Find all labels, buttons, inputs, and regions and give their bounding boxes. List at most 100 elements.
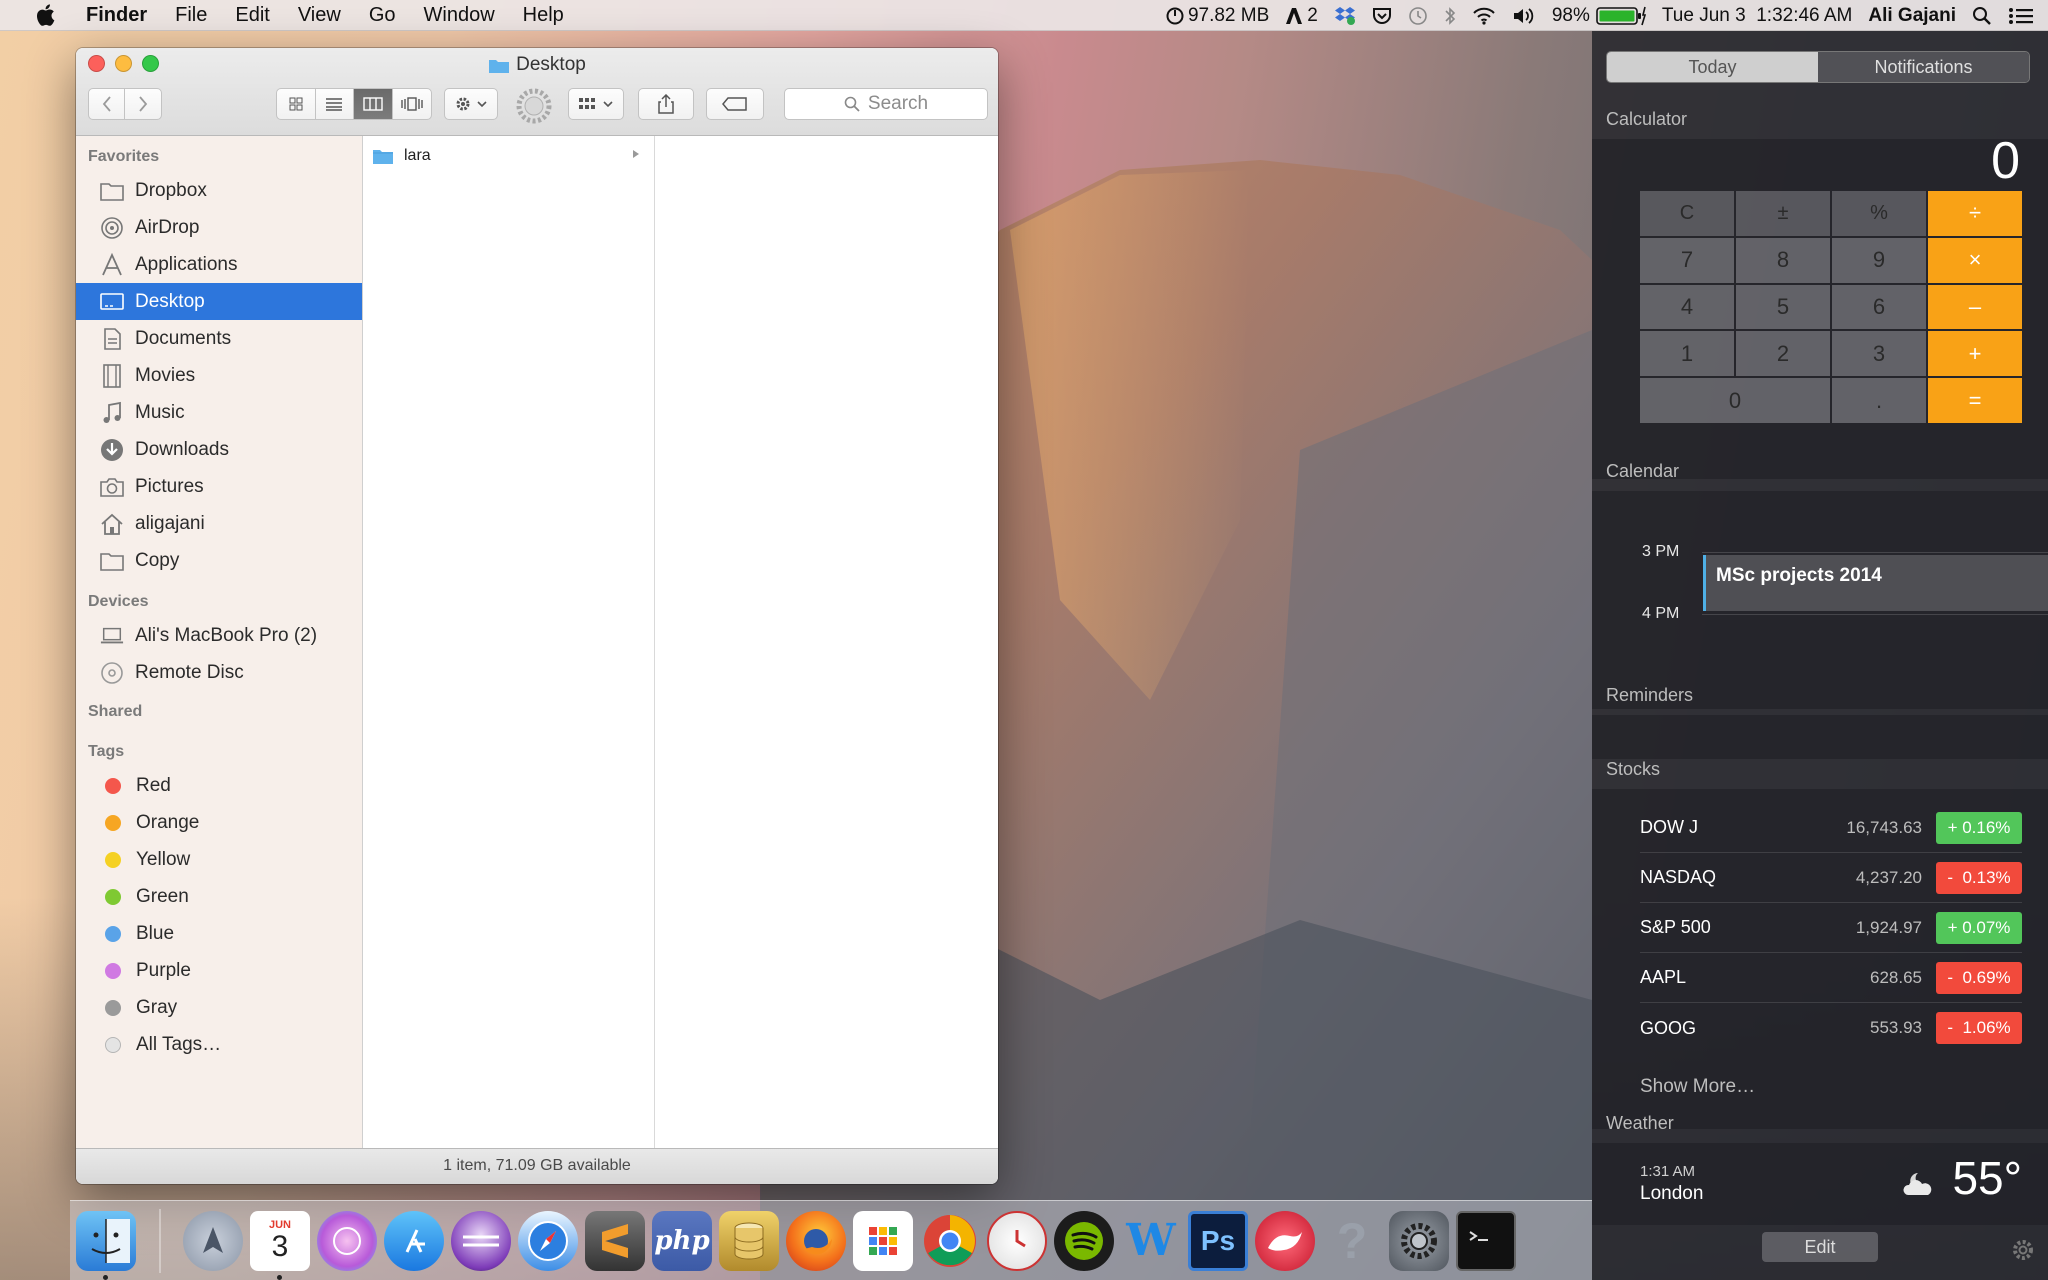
calc-key-8[interactable]: 8 <box>1736 237 1830 283</box>
edit-tags-button[interactable] <box>706 88 764 120</box>
dock-terminal-icon[interactable] <box>1456 1210 1516 1271</box>
stock-row-sp500[interactable]: S&P 500 1,924.97 + 0.07% <box>1640 903 2022 953</box>
calc-key-clear[interactable]: C <box>1640 191 1734 236</box>
calc-key-decimal[interactable]: . <box>1832 378 1926 423</box>
apple-menu-icon[interactable] <box>30 3 60 27</box>
calendar-event[interactable]: MSc projects 2014 <box>1703 555 2048 611</box>
dock-chrome-icon[interactable] <box>920 1211 980 1271</box>
spotlight-search-icon[interactable] <box>1972 6 1992 26</box>
menu-file[interactable]: File <box>161 0 221 31</box>
dock-sequel-pro-icon[interactable] <box>719 1210 779 1271</box>
calc-key-equals[interactable]: = <box>1928 378 2022 423</box>
sidebar-item-desktop[interactable]: Desktop <box>76 283 362 320</box>
sidebar-item-home[interactable]: aligajani <box>76 505 362 542</box>
sidebar-tag-red[interactable]: Red <box>76 767 362 804</box>
calc-key-5[interactable]: 5 <box>1736 284 1830 330</box>
sidebar-item-copy[interactable]: Copy <box>76 542 362 579</box>
dock-photoshop-icon[interactable]: Ps <box>1188 1210 1248 1271</box>
stock-change-badge[interactable]: - 1.06% <box>1936 1012 2022 1044</box>
dock-itunes-icon[interactable] <box>317 1210 377 1271</box>
share-button[interactable] <box>638 88 694 120</box>
sidebar-tag-gray[interactable]: Gray <box>76 989 362 1026</box>
column-view-button[interactable] <box>354 89 393 119</box>
calc-key-multiply[interactable]: × <box>1928 237 2022 283</box>
sidebar-item-pictures[interactable]: Pictures <box>76 468 362 505</box>
adobe-creative-cloud[interactable]: 2 <box>1285 5 1318 27</box>
stock-row-dowj[interactable]: DOW J 16,743.63 + 0.16% <box>1640 803 2022 853</box>
dock-time-tracker-icon[interactable] <box>987 1210 1047 1271</box>
dock-sublime-text-icon[interactable] <box>585 1210 645 1271</box>
action-menu-button[interactable] <box>444 88 498 120</box>
sidebar-item-macbook[interactable]: Ali's MacBook Pro (2) <box>76 617 362 654</box>
calc-key-3[interactable]: 3 <box>1832 331 1926 377</box>
dock-eclipse-icon[interactable] <box>451 1210 511 1271</box>
tab-today[interactable]: Today <box>1607 52 1818 82</box>
arrange-menu-button[interactable] <box>568 88 624 120</box>
fast-user-switch[interactable]: Ali Gajani <box>1868 5 1956 27</box>
gear-icon[interactable] <box>2010 1237 2036 1268</box>
sidebar-item-music[interactable]: Music <box>76 394 362 431</box>
dock-word-icon[interactable]: W <box>1121 1211 1181 1271</box>
dock-app-store-icon[interactable] <box>384 1210 444 1271</box>
memory-monitor[interactable]: 97.82 MB <box>1166 5 1269 27</box>
calc-key-negate[interactable]: ± <box>1736 191 1830 236</box>
dock-calendar-icon[interactable]: JUN 3 <box>250 1210 310 1280</box>
stock-change-badge[interactable]: + 0.16% <box>1936 811 2022 844</box>
sidebar-item-documents[interactable]: Documents <box>76 320 362 357</box>
nc-edit-button[interactable]: Edit <box>1762 1232 1878 1262</box>
dock-help-icon[interactable]: ? <box>1322 1211 1382 1271</box>
calc-key-percent[interactable]: % <box>1832 191 1926 236</box>
wifi-icon[interactable] <box>1472 7 1496 25</box>
calc-key-0[interactable]: 0 <box>1640 378 1830 423</box>
battery-status[interactable]: 98% <box>1552 5 1646 27</box>
dock-launchpad-icon[interactable] <box>183 1210 243 1271</box>
coverflow-view-button[interactable] <box>393 89 431 119</box>
dock-finder-icon[interactable] <box>76 1210 136 1280</box>
list-view-button[interactable] <box>316 89 354 119</box>
sidebar-tag-green[interactable]: Green <box>76 878 362 915</box>
menubar-clock[interactable]: Tue Jun 3 1:32:46 AM <box>1662 5 1852 27</box>
dock-firefox-icon[interactable] <box>786 1210 846 1271</box>
dock-php-icon[interactable]: php <box>652 1210 712 1271</box>
tab-notifications[interactable]: Notifications <box>1818 52 2029 82</box>
sidebar-item-airdrop[interactable]: AirDrop <box>76 209 362 246</box>
sidebar-item-downloads[interactable]: Downloads <box>76 431 362 468</box>
sidebar-item-dropbox[interactable]: Dropbox <box>76 172 362 209</box>
finder-search-field[interactable]: Search <box>784 88 988 120</box>
volume-icon[interactable] <box>1512 7 1536 25</box>
time-machine-icon[interactable] <box>1408 6 1428 26</box>
calc-key-1[interactable]: 1 <box>1640 331 1734 377</box>
sidebar-tag-orange[interactable]: Orange <box>76 804 362 841</box>
dock-kindle-icon[interactable] <box>1255 1210 1315 1271</box>
bluetooth-icon[interactable] <box>1444 6 1456 26</box>
pocket-icon[interactable] <box>1372 6 1392 26</box>
calc-key-9[interactable]: 9 <box>1832 237 1926 283</box>
sidebar-item-applications[interactable]: Applications <box>76 246 362 283</box>
stock-change-badge[interactable]: - 0.13% <box>1936 861 2022 894</box>
calc-key-7[interactable]: 7 <box>1640 237 1734 283</box>
stock-change-badge[interactable]: + 0.07% <box>1936 911 2022 944</box>
calc-key-4[interactable]: 4 <box>1640 284 1734 330</box>
menu-help[interactable]: Help <box>509 0 578 31</box>
dock-google-apps-icon[interactable] <box>853 1210 913 1271</box>
sidebar-item-movies[interactable]: Movies <box>76 357 362 394</box>
dock-safari-icon[interactable] <box>518 1210 578 1271</box>
menu-go[interactable]: Go <box>355 0 410 31</box>
calc-key-add[interactable]: + <box>1928 331 2022 377</box>
calc-key-6[interactable]: 6 <box>1832 284 1926 330</box>
sidebar-tag-blue[interactable]: Blue <box>76 915 362 952</box>
stock-row-nasdaq[interactable]: NASDAQ 4,237.20 - 0.13% <box>1640 853 2022 903</box>
dock-system-preferences-icon[interactable] <box>1389 1210 1449 1271</box>
menu-window[interactable]: Window <box>410 0 509 31</box>
back-button[interactable] <box>89 89 126 119</box>
calc-key-subtract[interactable]: – <box>1928 284 2022 330</box>
dropbox-status-icon[interactable] <box>1334 6 1356 26</box>
stock-row-aapl[interactable]: AAPL 628.65 - 0.69% <box>1640 953 2022 1003</box>
calc-key-divide[interactable]: ÷ <box>1928 191 2022 236</box>
calc-key-2[interactable]: 2 <box>1736 331 1830 377</box>
menu-edit[interactable]: Edit <box>221 0 283 31</box>
sidebar-tag-yellow[interactable]: Yellow <box>76 841 362 878</box>
stock-row-goog[interactable]: GOOG 553.93 - 1.06% <box>1640 1003 2022 1053</box>
notification-center-icon[interactable] <box>2008 6 2034 26</box>
menu-app-finder[interactable]: Finder <box>84 0 161 31</box>
